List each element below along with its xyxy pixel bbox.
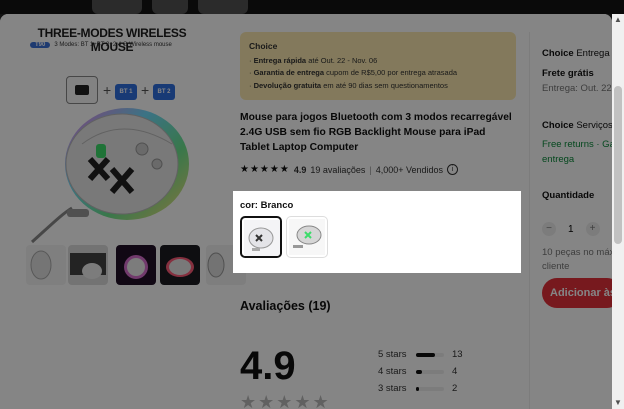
image-title: THREE-MODES WIRELESS MOUSE	[37, 26, 187, 54]
minus-button[interactable]: −	[542, 222, 556, 236]
color-swatch-branco[interactable]	[240, 216, 282, 258]
scroll-down-arrow-icon[interactable]: ▼	[612, 397, 624, 409]
product-title: Mouse para jogos Bluetooth com 3 modos r…	[240, 112, 512, 153]
reviews-link[interactable]: 19 avaliações	[310, 165, 365, 175]
background-page-strip	[0, 0, 624, 14]
mouse-illustration	[30, 108, 189, 244]
rating-bar-fill	[416, 369, 422, 374]
thumbnail-3[interactable]	[116, 245, 156, 285]
delivery-date: Entrega: Out. 22	[542, 83, 612, 94]
image-subtitle: T90 3 Modes: BT 1+BT 2+2.4 G Wireless mou…	[30, 42, 172, 48]
quantity-label: Quantidade	[542, 190, 595, 201]
choice-benefits-box: Choice · Entrega rápida até Out. 22 - No…	[240, 32, 516, 100]
entrega-link[interactable]: entrega	[542, 154, 574, 165]
choice-services-heading: Choice Serviços	[542, 120, 612, 131]
rating-bar-fill	[416, 386, 420, 391]
color-swatch-cinza[interactable]	[286, 216, 328, 258]
rating-bar-row[interactable]: 5 stars 13	[378, 346, 463, 363]
bt2-badge: BT 2	[153, 84, 175, 100]
rating-breakdown: 5 stars 13 4 stars 4 3 stars 2	[378, 346, 463, 397]
quantity-stepper: − 1 +	[542, 222, 600, 236]
color-label: cor: Branco	[240, 200, 294, 211]
rating-stars: ★★★★★	[240, 164, 290, 175]
plus-icon: +	[141, 82, 150, 98]
rating-bar-row[interactable]: 3 stars 2	[378, 380, 463, 397]
plus-icon: +	[103, 82, 112, 98]
image-badge: T90	[30, 42, 51, 48]
thumbnail-strip	[26, 245, 246, 287]
bt1-badge: BT 1	[115, 84, 137, 100]
product-quickview-modal: THREE-MODES WIRELESS MOUSE T90 3 Modes: B…	[0, 14, 612, 409]
info-icon[interactable]: i	[447, 164, 459, 175]
choice-line: · Garantia de entrega cupom de R$5,00 po…	[249, 68, 458, 77]
usb-dongle-icon	[66, 76, 98, 104]
scrollbar-thumb[interactable]	[614, 86, 622, 244]
sold-count: 4,000+ Vendidos	[375, 164, 444, 175]
choice-heading: Choice	[249, 41, 278, 51]
add-to-cart-button[interactable]: Adicionar às	[542, 278, 612, 308]
thumbnail-2[interactable]	[68, 245, 108, 285]
review-stars: ★★★★★	[240, 392, 331, 409]
review-score: 4.9	[240, 344, 296, 388]
divider: |	[369, 164, 372, 175]
choice-delivery-heading: Choice Entrega	[542, 48, 610, 59]
free-returns-link[interactable]: Free returns · Ga	[542, 139, 612, 150]
rating-bar-row[interactable]: 4 stars 4	[378, 363, 463, 380]
rating-bar-fill	[416, 352, 436, 357]
free-shipping: Frete grátis	[542, 68, 594, 79]
rating-row: ★★★★★ 4.9 19 avaliações | 4,000+ Vendido…	[240, 164, 459, 175]
choice-line: · Devolução gratuita em até 90 dias sem …	[249, 80, 448, 90]
choice-line: · Entrega rápida até Out. 22 - Nov. 06	[249, 55, 378, 65]
purchase-side-panel: Choice Entrega Frete grátis Entrega: Out…	[529, 32, 612, 409]
scroll-up-arrow-icon[interactable]: ▲	[612, 14, 624, 26]
reviews-heading: Avaliações (19)	[240, 299, 331, 313]
quantity-value[interactable]: 1	[568, 224, 574, 235]
stock-note-2: cliente	[542, 261, 570, 272]
stock-note: 10 peças no máx	[542, 247, 612, 258]
scrollbar[interactable]: ▲ ▼	[612, 14, 624, 409]
thumbnail-4[interactable]	[160, 245, 200, 285]
plus-button[interactable]: +	[585, 222, 600, 236]
rating-value: 4.9	[293, 164, 307, 175]
thumbnail-1[interactable]	[26, 245, 66, 285]
